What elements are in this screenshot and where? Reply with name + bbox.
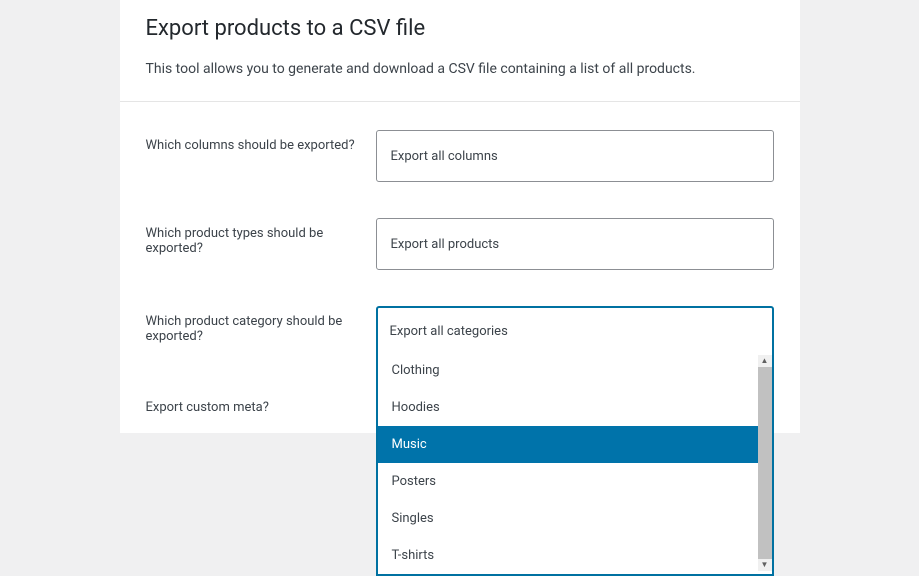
categories-placeholder: Export all categories [390, 324, 508, 339]
types-placeholder: Export all products [391, 237, 500, 252]
types-control: Export all products [376, 218, 774, 270]
category-option[interactable]: Posters [378, 463, 758, 500]
types-select[interactable]: Export all products [376, 218, 774, 270]
custom-meta-label: Export custom meta? [146, 392, 376, 415]
page-description: This tool allows you to generate and dow… [146, 61, 774, 77]
category-option[interactable]: Hoodies [378, 389, 758, 426]
category-option[interactable]: Singles [378, 500, 758, 537]
page-title: Export products to a CSV file [146, 16, 774, 41]
categories-control: Export all categories ClothingHoodiesMus… [376, 306, 774, 356]
columns-control: Export all columns [376, 130, 774, 182]
scroll-thumb[interactable] [758, 367, 772, 559]
columns-select[interactable]: Export all columns [376, 130, 774, 182]
categories-select-top[interactable]: Export all categories [378, 308, 772, 354]
columns-label: Which columns should be exported? [146, 130, 376, 153]
row-types: Which product types should be exported? … [120, 200, 800, 288]
row-categories: Which product category should be exporte… [120, 288, 800, 374]
types-label: Which product types should be exported? [146, 218, 376, 256]
export-panel: Export products to a CSV file This tool … [120, 0, 800, 433]
export-form: Which columns should be exported? Export… [120, 102, 800, 433]
category-option[interactable]: T-shirts [378, 537, 758, 574]
panel-header: Export products to a CSV file This tool … [120, 0, 800, 102]
category-option[interactable]: Clothing [378, 352, 758, 389]
columns-placeholder: Export all columns [391, 149, 498, 164]
categories-select[interactable]: Export all categories [376, 306, 774, 356]
categories-label: Which product category should be exporte… [146, 306, 376, 344]
categories-dropdown: ClothingHoodiesMusicPostersSinglesT-shir… [376, 352, 774, 576]
row-columns: Which columns should be exported? Export… [120, 112, 800, 200]
dropdown-scrollbar[interactable]: ▲ ▼ [758, 355, 772, 571]
category-option[interactable]: Music [378, 426, 758, 463]
scroll-up-icon[interactable]: ▲ [758, 355, 772, 367]
scroll-down-icon[interactable]: ▼ [758, 559, 772, 571]
